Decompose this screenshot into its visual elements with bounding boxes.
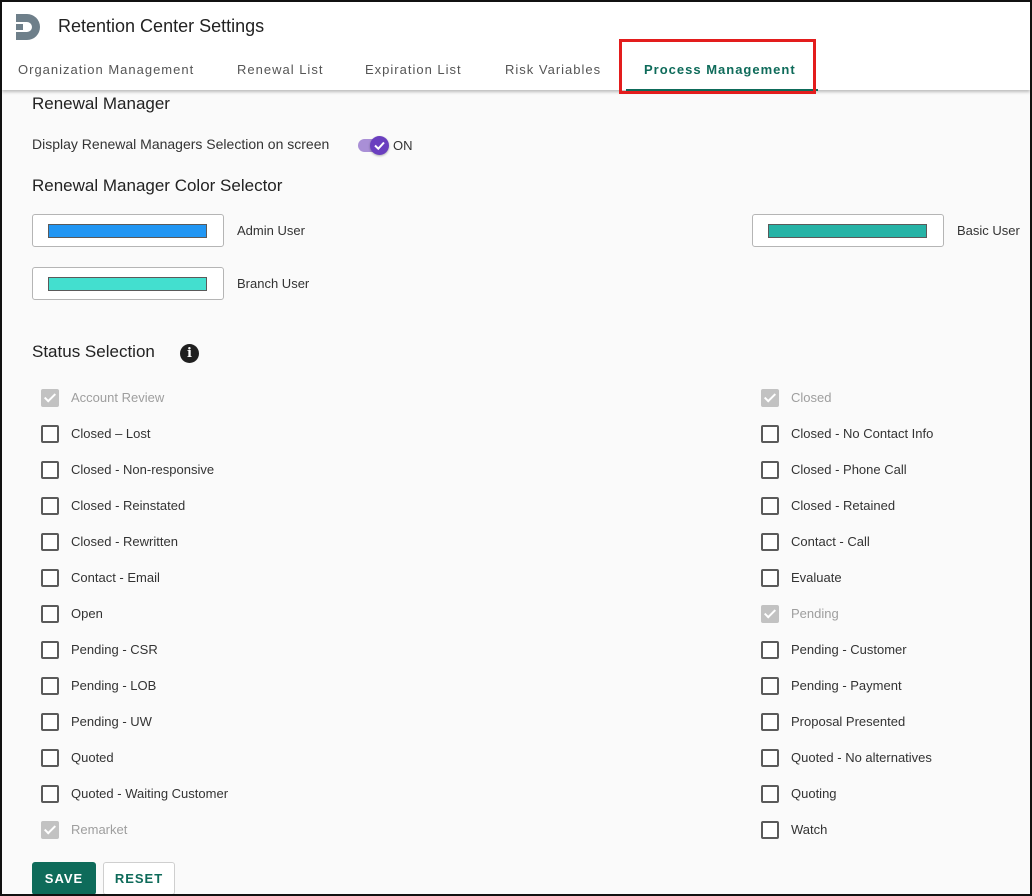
checkbox[interactable] (761, 641, 779, 659)
page-title: Retention Center Settings (58, 16, 265, 36)
checkbox-label: Quoted - No alternatives (791, 750, 932, 765)
tab-renewal-list[interactable]: Renewal List (237, 56, 323, 88)
checkbox[interactable] (41, 461, 59, 479)
checkbox[interactable] (761, 569, 779, 587)
check-icon (43, 390, 57, 403)
checkbox[interactable] (41, 713, 59, 731)
tab-organization-management[interactable]: Organization Management (18, 56, 194, 88)
checkbox-label: Closed - Retained (791, 498, 896, 513)
app-logo-icon (16, 14, 40, 40)
checkbox-label: Pending - Payment (791, 678, 902, 693)
save-button[interactable]: SAVE (32, 862, 96, 894)
checkbox[interactable] (41, 785, 59, 803)
check-icon (763, 606, 777, 619)
checkbox-label: Closed (791, 390, 832, 405)
checkbox-label: Pending (791, 606, 839, 621)
checkbox-label: Evaluate (791, 570, 842, 585)
check-icon (374, 141, 385, 151)
checkbox[interactable] (761, 677, 779, 695)
checkbox (761, 389, 779, 407)
tab-label: Renewal List (237, 62, 324, 77)
checkbox-label: Closed - Reinstated (71, 498, 186, 513)
checkbox (41, 821, 59, 839)
checkbox-label: Watch (791, 822, 828, 837)
tab-label: Risk Variables (505, 62, 602, 77)
branch-user-label: Branch User (237, 276, 310, 291)
tab-expiration-list[interactable]: Expiration List (365, 56, 462, 88)
checkbox[interactable] (41, 569, 59, 587)
checkbox-label: Closed - Rewritten (71, 534, 178, 549)
color-swatch (48, 277, 207, 291)
basic-user-color-picker[interactable] (752, 214, 944, 247)
check-icon (763, 390, 777, 403)
renewal-manager-title: Renewal Manager (32, 94, 170, 113)
checkbox-label: Pending - CSR (71, 642, 158, 657)
color-selector-title: Renewal Manager Color Selector (32, 176, 283, 195)
toggle-label: Display Renewal Managers Selection on sc… (32, 136, 330, 152)
status-selection-title: Status Selection (32, 342, 155, 361)
toggle-knob (370, 136, 389, 155)
main-content: Renewal Manager Display Renewal Managers… (2, 90, 1030, 894)
checkbox-label: Contact - Call (791, 534, 870, 549)
checkbox[interactable] (41, 533, 59, 551)
checkbox-label: Pending - UW (71, 714, 152, 729)
check-icon (43, 822, 57, 835)
checkbox-label: Quoted - Waiting Customer (71, 786, 229, 801)
basic-user-label: Basic User (957, 223, 1020, 238)
info-icon[interactable]: i (180, 344, 199, 363)
color-swatch (48, 224, 207, 238)
checkbox-label: Remarket (71, 822, 128, 837)
checkbox-label: Closed - Non-responsive (71, 462, 215, 477)
checkbox-label: Closed - No Contact Info (791, 426, 934, 441)
checkbox-label: Proposal Presented (791, 714, 906, 729)
checkbox[interactable] (41, 605, 59, 623)
tab-process-management[interactable]: Process Management (626, 56, 818, 91)
color-swatch (768, 224, 927, 238)
toggle-state-text: ON (393, 138, 413, 153)
checkbox-label: Contact - Email (71, 570, 160, 585)
checkbox[interactable] (761, 461, 779, 479)
checkbox-label: Quoted (71, 750, 114, 765)
checkbox-label: Open (71, 606, 103, 621)
checkbox[interactable] (41, 425, 59, 443)
branch-user-color-picker[interactable] (32, 267, 224, 300)
active-tab-indicator (626, 89, 818, 91)
checkbox-label: Closed - Phone Call (791, 462, 907, 477)
checkbox[interactable] (761, 821, 779, 839)
checkbox[interactable] (41, 677, 59, 695)
checkbox[interactable] (41, 641, 59, 659)
checkbox-label: Closed – Lost (71, 426, 151, 441)
checkbox[interactable] (41, 497, 59, 515)
header: Retention Center Settings Organization M… (2, 2, 1030, 91)
checkbox-label: Pending - Customer (791, 642, 907, 657)
renewal-manager-toggle[interactable] (356, 136, 390, 156)
checkbox[interactable] (761, 533, 779, 551)
checkbox[interactable] (761, 785, 779, 803)
tab-risk-variables[interactable]: Risk Variables (505, 56, 601, 88)
checkbox-label: Account Review (71, 390, 165, 405)
checkbox-label: Pending - LOB (71, 678, 157, 693)
checkbox[interactable] (761, 749, 779, 767)
tab-label: Organization Management (18, 62, 195, 77)
reset-button[interactable]: RESET (103, 862, 175, 894)
tab-label: Expiration List (365, 62, 462, 77)
checkbox[interactable] (761, 425, 779, 443)
settings-window: Retention Center Settings Organization M… (0, 0, 1032, 896)
tab-label: Process Management (644, 62, 796, 77)
checkbox (41, 389, 59, 407)
admin-user-label: Admin User (237, 223, 305, 238)
checkbox-label: Quoting (791, 786, 837, 801)
checkbox[interactable] (761, 497, 779, 515)
admin-user-color-picker[interactable] (32, 214, 224, 247)
checkbox[interactable] (41, 749, 59, 767)
tab-bar: Organization Management Renewal List Exp… (2, 56, 1030, 91)
checkbox[interactable] (761, 713, 779, 731)
checkbox (761, 605, 779, 623)
